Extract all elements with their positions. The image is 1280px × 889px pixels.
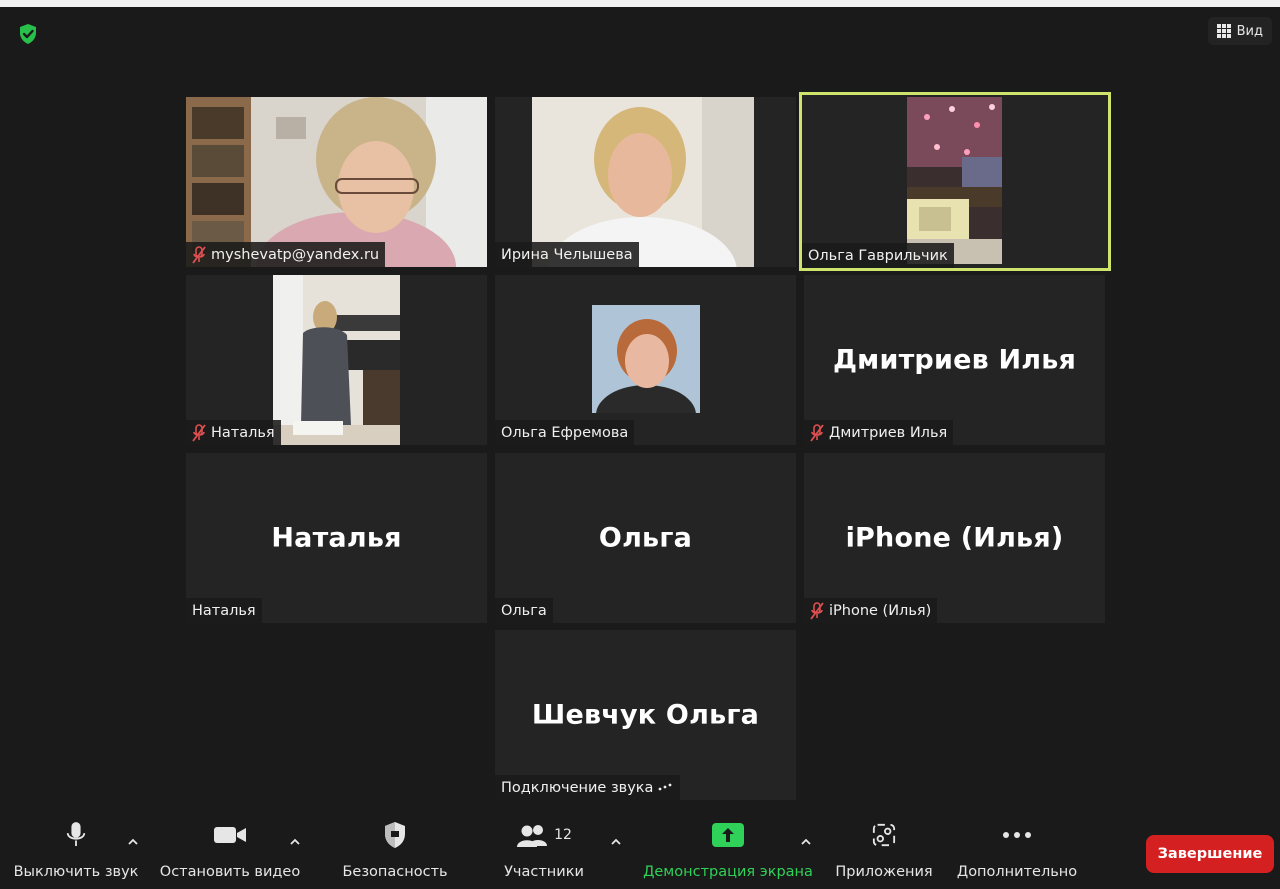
participant-tile[interactable]: Дмитриев Илья Дмитриев Илья bbox=[804, 275, 1105, 445]
muted-mic-icon bbox=[192, 423, 206, 442]
participant-nametag: myshevatp@yandex.ru bbox=[186, 242, 386, 267]
participant-name: Ольга Ефремова bbox=[501, 424, 629, 441]
mute-label: Выключить звук bbox=[13, 864, 139, 880]
share-screen-icon bbox=[712, 812, 744, 858]
participant-nametag: Ирина Челышева bbox=[495, 242, 639, 267]
chevron-up-icon[interactable] bbox=[126, 832, 140, 845]
zoom-meeting-window: Вид myshevatp@yandex.ru Ирина Челышева О… bbox=[0, 0, 1280, 889]
participant-tile[interactable]: Ирина Челышева bbox=[495, 97, 796, 267]
participant-tile[interactable]: Шевчук Ольга Подключение звука bbox=[495, 630, 796, 800]
participant-name: Наталья bbox=[192, 602, 256, 619]
participant-name: Ирина Челышева bbox=[501, 246, 633, 263]
muted-mic-icon bbox=[810, 423, 824, 442]
participant-tile[interactable]: Ольга Ольга bbox=[495, 453, 796, 623]
participant-nametag: iPhone (Илья) bbox=[804, 598, 938, 623]
grid-icon bbox=[1217, 24, 1231, 38]
video-label: Остановить видео bbox=[159, 864, 301, 880]
participant-display-name: Наталья bbox=[271, 522, 402, 554]
meeting-toolbar: Выключить звук Остановить видео Безопасн… bbox=[0, 812, 1280, 889]
apps-button[interactable]: Приложения bbox=[834, 812, 934, 889]
participant-display-name: iPhone (Илья) bbox=[845, 522, 1064, 554]
mute-button[interactable]: Выключить звук bbox=[14, 812, 138, 889]
participants-count: 12 bbox=[554, 827, 572, 843]
more-dots-icon bbox=[1002, 812, 1032, 858]
apps-label: Приложения bbox=[835, 864, 933, 880]
stop-video-button[interactable]: Остановить видео bbox=[160, 812, 300, 889]
participant-video bbox=[907, 97, 1002, 264]
view-button-label: Вид bbox=[1236, 23, 1263, 39]
participant-tile[interactable]: Наталья bbox=[186, 275, 487, 445]
shield-check-icon[interactable] bbox=[16, 22, 40, 46]
participant-name: Ольга Гаврильчик bbox=[808, 247, 948, 264]
participant-nametag: Дмитриев Илья bbox=[804, 420, 954, 445]
participants-label: Участники bbox=[504, 864, 584, 880]
participant-tile[interactable]: Наталья Наталья bbox=[186, 453, 487, 623]
microphone-icon bbox=[65, 812, 87, 858]
more-button[interactable]: Дополнительно bbox=[954, 812, 1080, 889]
participant-name: Подключение звука bbox=[501, 779, 654, 796]
chevron-up-icon[interactable] bbox=[799, 832, 813, 845]
participant-nametag: Ольга bbox=[495, 598, 553, 623]
end-meeting-button[interactable]: Завершение bbox=[1146, 835, 1274, 873]
participant-name: iPhone (Илья) bbox=[829, 602, 932, 619]
chevron-up-icon[interactable] bbox=[609, 832, 623, 845]
participant-name: myshevatp@yandex.ru bbox=[211, 246, 380, 263]
participant-video bbox=[273, 275, 400, 445]
participant-tile[interactable]: myshevatp@yandex.ru bbox=[186, 97, 487, 267]
participant-nametag: Наталья bbox=[186, 420, 281, 445]
participant-nametag: Подключение звука bbox=[495, 775, 681, 800]
participant-nametag: Ольга Ефремова bbox=[495, 420, 635, 445]
share-screen-button[interactable]: Демонстрация экрана bbox=[643, 812, 813, 889]
window-top-edge bbox=[0, 0, 1280, 7]
connecting-dots-icon bbox=[658, 780, 674, 796]
profile-photo bbox=[592, 305, 700, 413]
participant-display-name: Дмитриев Илья bbox=[832, 344, 1077, 376]
participant-nametag: Ольга Гаврильчик bbox=[802, 243, 954, 268]
participant-tile[interactable]: Ольга Ефремова bbox=[495, 275, 796, 445]
security-label: Безопасность bbox=[342, 864, 448, 880]
view-button[interactable]: Вид bbox=[1208, 17, 1272, 45]
security-button[interactable]: Безопасность bbox=[342, 812, 448, 889]
participant-name: Ольга bbox=[501, 602, 547, 619]
apps-icon bbox=[872, 812, 896, 858]
muted-mic-icon bbox=[810, 601, 824, 620]
participants-icon: 12 bbox=[516, 812, 572, 858]
participant-tile[interactable]: iPhone (Илья) iPhone (Илья) bbox=[804, 453, 1105, 623]
participant-nametag: Наталья bbox=[186, 598, 262, 623]
participant-name: Дмитриев Илья bbox=[829, 424, 948, 441]
chevron-up-icon[interactable] bbox=[288, 832, 302, 845]
participant-tile-active-speaker[interactable]: Ольга Гаврильчик bbox=[799, 92, 1111, 271]
share-label: Демонстрация экрана bbox=[643, 864, 813, 880]
more-label: Дополнительно bbox=[956, 864, 1078, 880]
participant-display-name: Ольга bbox=[598, 522, 693, 554]
participant-display-name: Шевчук Ольга bbox=[531, 699, 760, 731]
participant-name: Наталья bbox=[211, 424, 275, 441]
participants-button[interactable]: 12 Участники bbox=[502, 812, 586, 889]
muted-mic-icon bbox=[192, 245, 206, 264]
shield-icon bbox=[383, 812, 407, 858]
video-camera-icon bbox=[213, 812, 247, 858]
